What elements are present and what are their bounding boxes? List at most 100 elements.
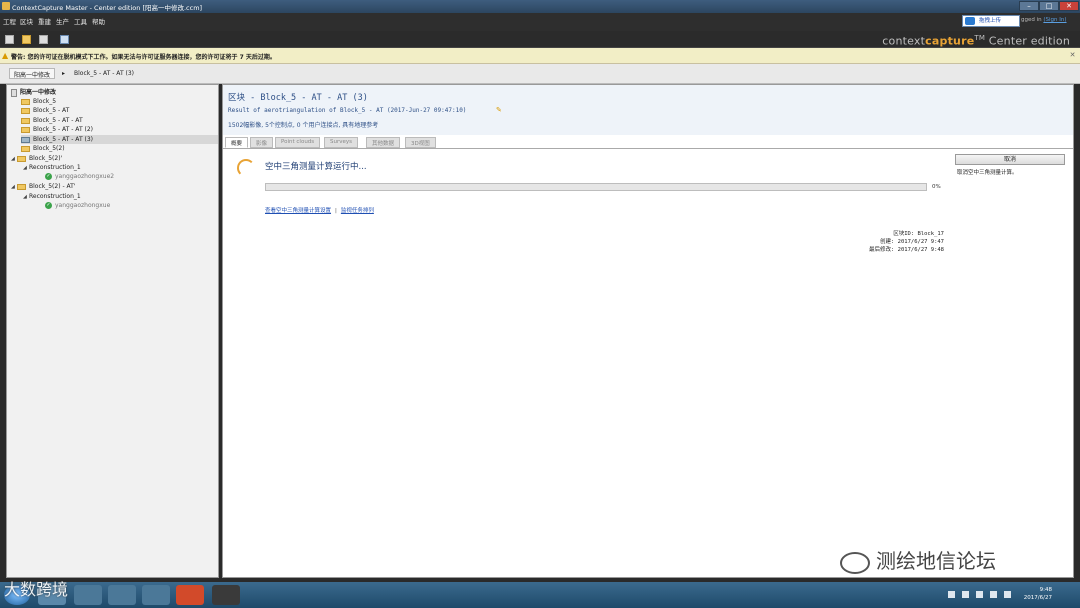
tree-root-label: 阳高一中修改 xyxy=(20,89,57,96)
breadcrumb-block[interactable]: Block_5 - AT - AT (3) xyxy=(74,70,134,77)
tree-item-block5-at[interactable]: Block_5 - AT xyxy=(21,106,69,115)
tree-item-block5-2[interactable]: Block_5(2) xyxy=(21,144,65,153)
system-clock[interactable]: 9:48 2017/6/27 xyxy=(1024,586,1052,602)
tab-3d-view[interactable]: 3D视图 xyxy=(405,137,436,148)
watermark-text: 测绘地信论坛 xyxy=(876,549,996,573)
tree-item-block5-2-at[interactable]: ◢ Block_5(2) - AT' xyxy=(11,182,75,191)
folder-icon xyxy=(17,183,26,190)
tree-item-label: Block_5 - AT - AT xyxy=(33,117,83,124)
upload-tooltip[interactable]: 拖拽上传 xyxy=(962,15,1020,27)
block-id-row: 区块ID: Block_17 xyxy=(893,229,944,237)
tray-icon[interactable] xyxy=(948,591,955,598)
brand-prefix: context xyxy=(882,34,926,48)
monitor-job-queue-link[interactable]: 监视任务排列 xyxy=(341,208,374,214)
app-icon xyxy=(2,2,10,10)
taskbar-contextcapture-engine-icon[interactable] xyxy=(212,585,240,605)
brand-logo: contextcaptureTM Center edition xyxy=(882,34,1070,48)
folder-icon xyxy=(21,145,30,152)
breadcrumb-separator-icon: ▸ xyxy=(62,70,66,77)
tree-item-reconstruction[interactable]: ◢ Reconstruction_1 xyxy=(23,192,81,201)
block-header: 区块 - Block_5 - AT - AT (3) Result of aer… xyxy=(223,85,1073,135)
tray-icon[interactable] xyxy=(976,591,983,598)
block-tabs: 概要 影像 Point clouds Surveys 其他数据 3D视图 xyxy=(223,137,1073,149)
tree-item-block5[interactable]: Block_5 xyxy=(21,97,56,106)
login-status: gged in (Sign In) xyxy=(1021,17,1067,23)
network-icon[interactable] xyxy=(990,591,997,598)
license-warning-bar: ▲ 警告: 您的许可证在脱机模式下工作。如果无法与许可证服务器连接，您的许可证将… xyxy=(0,48,1080,64)
taskbar-app-icon[interactable] xyxy=(74,585,102,605)
brand-tm: TM xyxy=(974,34,986,42)
tree-item-label: Block_5(2) - AT' xyxy=(29,183,76,190)
modified-row: 最后修改: 2017/6/27 9:48 xyxy=(869,245,944,253)
progress-label: 0% xyxy=(932,184,941,190)
tree-item-label: Block_5 - AT xyxy=(33,107,70,114)
tab-photos[interactable]: 影像 xyxy=(250,137,274,148)
created-row: 创建: 2017/6/27 9:47 xyxy=(880,237,944,245)
warning-close-icon[interactable]: ✕ xyxy=(1068,51,1077,60)
warning-text: 警告: 您的许可证在脱机模式下工作。如果无法与许可证服务器连接，您的许可证将于 … xyxy=(11,54,276,61)
clock-date: 2017/6/27 xyxy=(1023,595,1052,601)
link-separator: | xyxy=(335,208,337,214)
tab-point-clouds[interactable]: Point clouds xyxy=(275,137,321,148)
maximize-button[interactable]: □ xyxy=(1039,1,1059,11)
cancel-hint: 取消空中三角测量计算。 xyxy=(957,170,1018,176)
project-tree: 阳高一中修改 Block_5 Block_5 - AT Block_5 - AT… xyxy=(6,84,219,578)
volume-icon[interactable] xyxy=(1004,591,1011,598)
cancel-button[interactable]: 取消 xyxy=(955,154,1065,165)
block-summary: 1502幅影像, 5个控制点, 0 个用户连接点, 具有地理参考 xyxy=(228,122,379,129)
menu-project[interactable]: 工程 xyxy=(3,16,16,26)
tab-surveys[interactable]: Surveys xyxy=(324,137,358,148)
folder-icon xyxy=(21,136,30,143)
tree-item-block5-at-at-3[interactable]: Block_5 - AT - AT (3) xyxy=(21,135,218,144)
tree-item-block5-at-at-2[interactable]: Block_5 - AT - AT (2) xyxy=(21,125,93,134)
forum-watermark: 测绘地信论坛 xyxy=(840,545,996,574)
view-at-settings-link[interactable]: 查看空中三角测量计算设置 xyxy=(265,208,331,214)
window-title: ContextCapture Master - Center edition [… xyxy=(12,4,203,12)
job-monitor-icon[interactable] xyxy=(60,35,69,44)
sign-in-link[interactable]: (Sign In) xyxy=(1043,17,1066,23)
edit-icon[interactable]: ✎ xyxy=(496,106,502,114)
breadcrumb-project[interactable]: 阳高一中修改 xyxy=(9,68,56,79)
check-icon: ✓ xyxy=(45,173,52,180)
block-subtitle: Result of aerotriangulation of Block_5 -… xyxy=(228,107,467,114)
menu-help[interactable]: 帮助 xyxy=(92,16,105,26)
open-project-icon[interactable] xyxy=(22,35,31,44)
taskbar-app-icon[interactable] xyxy=(108,585,136,605)
folder-icon xyxy=(21,117,30,124)
menu-tools[interactable]: 工具 xyxy=(74,16,87,26)
progress-bar xyxy=(265,183,927,191)
menu-bar: 工程 区块 重建 生产 工具 帮助 xyxy=(0,13,1080,31)
tree-item-label: Reconstruction_1 xyxy=(29,193,81,200)
save-project-icon[interactable] xyxy=(39,35,48,44)
project-icon xyxy=(11,88,17,97)
brand-watermark: 大数跨境 xyxy=(4,580,69,599)
tree-item-production[interactable]: ✓ yanggaozhongxue2 xyxy=(45,172,114,181)
tree-item-production[interactable]: ✓ yanggaozhongxue xyxy=(45,201,110,210)
menu-production[interactable]: 生产 xyxy=(56,16,69,26)
tree-root[interactable]: 阳高一中修改 xyxy=(11,88,56,97)
taskbar-contextcapture-master-icon[interactable] xyxy=(176,585,204,605)
block-detail-panel: 区块 - Block_5 - AT - AT (3) Result of aer… xyxy=(222,84,1074,578)
menu-reconstruction[interactable]: 重建 xyxy=(38,16,51,26)
tree-item-block5-2-prime[interactable]: ◢ Block_5(2)' xyxy=(11,154,62,163)
taskbar-app-icon[interactable] xyxy=(142,585,170,605)
tree-item-label: Block_5 - AT - AT (3) xyxy=(33,136,94,143)
new-project-icon[interactable] xyxy=(5,35,14,44)
tab-general[interactable]: 概要 xyxy=(225,137,249,148)
tree-item-label: yanggaozhongxue2 xyxy=(55,173,115,180)
tree-item-reconstruction[interactable]: ◢ Reconstruction_1 xyxy=(23,163,81,172)
loading-spinner-icon xyxy=(237,159,255,177)
clock-time: 9:48 xyxy=(1039,587,1052,593)
warning-icon: ▲ xyxy=(2,51,9,60)
menu-block[interactable]: 区块 xyxy=(20,16,33,26)
task-links: 查看空中三角测量计算设置 | 监视任务排列 xyxy=(265,206,374,214)
tray-icon[interactable] xyxy=(962,591,969,598)
minimize-button[interactable]: – xyxy=(1019,1,1039,11)
close-button[interactable]: ✕ xyxy=(1059,1,1079,11)
cloud-icon xyxy=(965,17,975,25)
tree-item-label: yanggaozhongxue xyxy=(55,202,111,209)
windows-taskbar: 9:48 2017/6/27 xyxy=(0,582,1080,608)
tab-additional-data[interactable]: 其他数据 xyxy=(366,137,401,148)
tree-item-label: Block_5 xyxy=(33,98,57,105)
tree-item-block5-at-at[interactable]: Block_5 - AT - AT xyxy=(21,116,83,125)
